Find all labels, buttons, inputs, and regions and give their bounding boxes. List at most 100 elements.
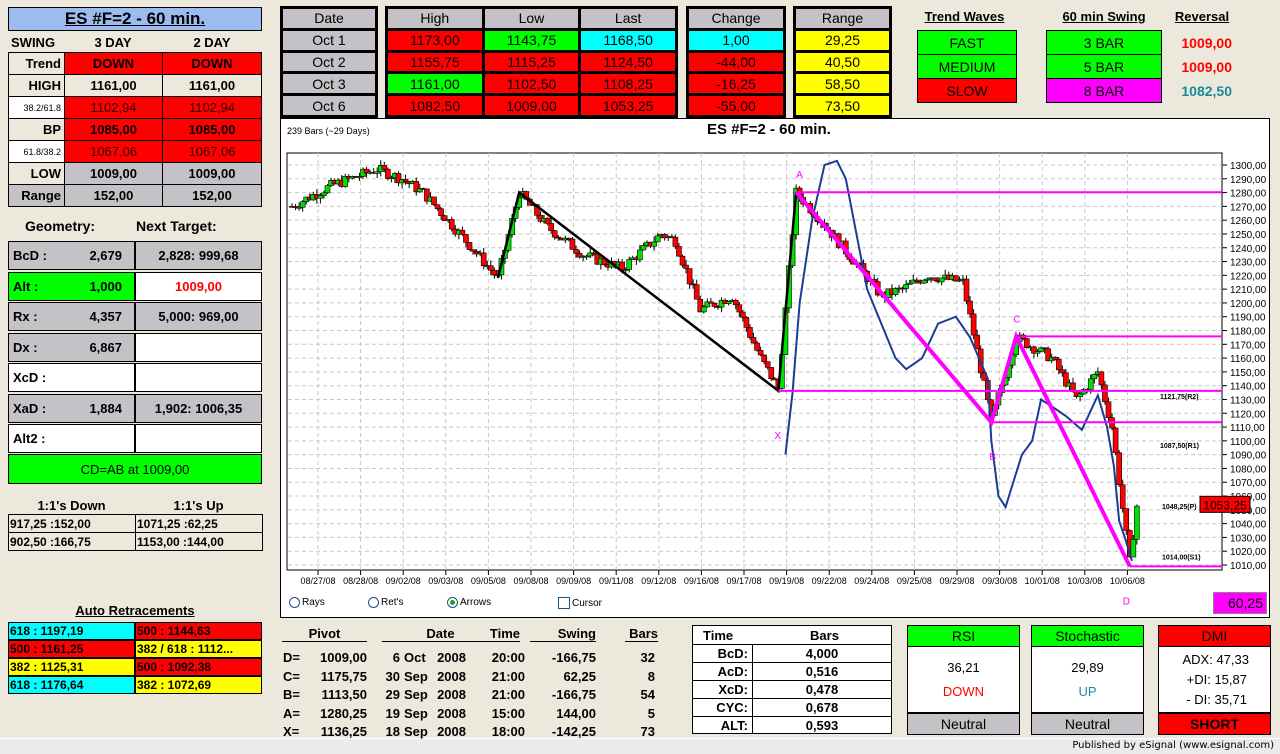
geometry-target: 2,828: 999,68 [135, 241, 262, 270]
pivot-p: X= [283, 724, 300, 739]
candle [402, 179, 409, 182]
candle [672, 237, 679, 247]
next-target-label: Next Target: [136, 218, 217, 234]
price-chart[interactable]: 1300,00 1290,00 1280,00 1270,00 1260,00 1250,… [280, 118, 1270, 618]
low-cell: 1102,50 [484, 74, 579, 94]
dmi-title: DMI [1158, 625, 1271, 647]
candle [637, 249, 643, 261]
candle [491, 269, 498, 276]
radio-icon[interactable] [368, 597, 379, 608]
option-cursor[interactable]: Cursor [558, 597, 602, 609]
pivot-y: 2008 [437, 705, 466, 721]
geometry-label: Dx : [13, 339, 38, 355]
option-arrows[interactable]: Arrows [447, 597, 491, 608]
candle [757, 350, 764, 356]
checkbox-icon[interactable] [558, 597, 570, 609]
pattern-label-X: X [774, 431, 781, 442]
candle [463, 234, 469, 243]
time-row-value: 0,593 [753, 716, 891, 734]
radio-icon[interactable] [447, 597, 458, 608]
candle [967, 300, 973, 315]
candle [676, 246, 682, 257]
x-tick-label: 08/27/08 [300, 576, 335, 586]
y-tick-label: 1040,00 [1230, 520, 1267, 531]
pivot-p: D= [283, 650, 300, 665]
geometry-label: Rx : [13, 309, 38, 324]
column-header: Low [484, 9, 579, 28]
y-tick-label: 1150,00 [1230, 368, 1266, 379]
geometry-row-2: Rx : 4,357 [8, 302, 135, 331]
retracement-right: 382 / 618 : 1112... [135, 640, 262, 658]
candle [466, 242, 473, 250]
time-row-value: 0,478 [753, 680, 891, 698]
candle [431, 196, 437, 206]
pivot-t: 21:00 [491, 687, 525, 702]
retracement-right: 382 : 1072,69 [135, 676, 262, 694]
candle [573, 249, 579, 254]
swing-row-label: LOW [8, 162, 65, 185]
swing-row-label: Trend [8, 52, 65, 75]
candle [700, 306, 707, 313]
y-tick-label: 1120,00 [1230, 409, 1266, 420]
pivot-v: 1175,75 [320, 668, 367, 684]
pivot-p: A= [283, 705, 300, 721]
pivot-b: 54 [640, 687, 655, 702]
pivot-b: 73 [640, 724, 655, 739]
y-tick-label: 1260,00 [1230, 216, 1267, 227]
geometry-row-4: XcD : [8, 363, 135, 392]
swing-value: 1009,00 [64, 162, 163, 185]
pivot-col-header: Bars [625, 626, 658, 642]
change-cell: -55,00 [689, 96, 783, 115]
time-row-value: 0,516 [753, 662, 891, 680]
radio-selected-dot [450, 600, 455, 605]
pivot-m: Sep [404, 724, 428, 739]
high-cell: 1155,75 [388, 52, 482, 72]
y-tick-label: 1200,00 [1230, 299, 1267, 310]
geometry-row-1: Alt : 1,000 [8, 271, 135, 301]
y-tick-label: 1230,00 [1230, 258, 1267, 269]
candle [480, 252, 487, 267]
ones-down-item: 902,50 :166,75 [8, 532, 136, 551]
x-tick-label: 10/06/08 [1110, 576, 1145, 586]
candle [317, 195, 324, 199]
range-table: Range 29,25 40,50 58,50 73,50 [793, 6, 892, 118]
geometry-value: 6,867 [89, 339, 122, 355]
date-cell: Oct 3 [283, 74, 375, 94]
swing60-item: 8 BAR [1046, 78, 1162, 103]
candle [740, 311, 746, 318]
swing-value: 1161,00 [162, 74, 262, 97]
pivot-s: -166,75 [551, 687, 596, 702]
change-table: Change 1,00 -44,00 -16,25 -55,00 [686, 6, 786, 118]
swing-row-label: Range [8, 184, 65, 207]
time-bars-table: Time Bars BcD: 4,000 AcD: 0,516 XcD: 0,478 CYC: 0… [692, 625, 892, 734]
candle [434, 204, 441, 210]
option-rays[interactable]: Rays [289, 597, 325, 608]
pivot-b: 32 [640, 650, 655, 665]
trend-waves-title: Trend Waves [924, 9, 1005, 24]
x-tick-label: 09/11/08 [599, 576, 633, 586]
geometry-row-5: XaD : 1,884 [8, 393, 135, 423]
option-rets[interactable]: Ret's [368, 597, 403, 608]
high-cell: 1161,00 [388, 74, 482, 94]
x-tick-label: 09/08/08 [513, 576, 548, 586]
y-tick-label: 1010,00 [1230, 561, 1267, 572]
candle [488, 265, 494, 271]
low-cell: 1115,25 [484, 52, 579, 72]
geometry-label: Alt : [13, 278, 39, 294]
radio-icon[interactable] [289, 597, 300, 608]
pivot-t: 15:00 [491, 705, 525, 721]
stoch-status: Neutral [1031, 712, 1144, 735]
readout-value: 60,25 [1213, 592, 1267, 614]
status-text: Published by eSignal (www.esignal.com) [1072, 740, 1274, 751]
candle [970, 313, 977, 336]
candle [626, 259, 633, 270]
ones-up-label: 1:1's Up [173, 498, 224, 513]
candle [686, 268, 693, 285]
swing-row-label: HIGH [8, 74, 65, 97]
candle [651, 241, 657, 247]
geometry-label: Geometry: [25, 218, 96, 234]
swing-value: 152,00 [162, 184, 262, 207]
swing60-title: 60 min Swing [1062, 9, 1146, 24]
candle [1105, 401, 1112, 418]
pivot-level-label: 1121,75(R2) [1160, 394, 1199, 401]
